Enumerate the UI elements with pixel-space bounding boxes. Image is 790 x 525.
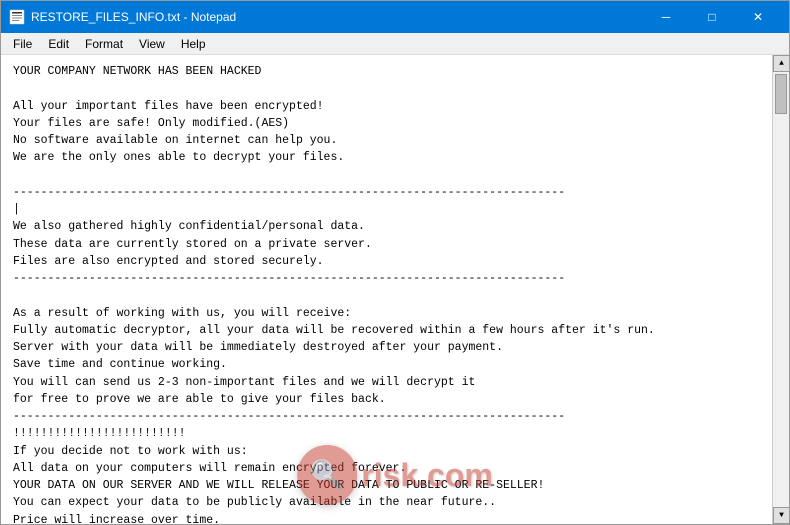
- window-icon: [9, 9, 25, 25]
- title-bar-controls: ─ □ ✕: [643, 1, 781, 33]
- vertical-scrollbar[interactable]: ▲ ▼: [772, 55, 789, 524]
- scroll-up-button[interactable]: ▲: [773, 55, 789, 72]
- minimize-button[interactable]: ─: [643, 1, 689, 33]
- title-bar: RESTORE_FILES_INFO.txt - Notepad ─ □ ✕: [1, 1, 789, 33]
- menu-file[interactable]: File: [5, 35, 40, 53]
- menu-bar: File Edit Format View Help: [1, 33, 789, 55]
- menu-format[interactable]: Format: [77, 35, 131, 53]
- title-bar-text: RESTORE_FILES_INFO.txt - Notepad: [31, 10, 643, 24]
- notepad-window: RESTORE_FILES_INFO.txt - Notepad ─ □ ✕ F…: [0, 0, 790, 525]
- content-area: ▲ ▼: [1, 55, 789, 524]
- menu-edit[interactable]: Edit: [40, 35, 77, 53]
- scroll-down-button[interactable]: ▼: [773, 507, 789, 524]
- scroll-thumb[interactable]: [775, 74, 787, 114]
- menu-view[interactable]: View: [131, 35, 173, 53]
- text-editor[interactable]: [1, 55, 772, 524]
- close-button[interactable]: ✕: [735, 1, 781, 33]
- menu-help[interactable]: Help: [173, 35, 214, 53]
- scroll-track[interactable]: [773, 72, 789, 507]
- maximize-button[interactable]: □: [689, 1, 735, 33]
